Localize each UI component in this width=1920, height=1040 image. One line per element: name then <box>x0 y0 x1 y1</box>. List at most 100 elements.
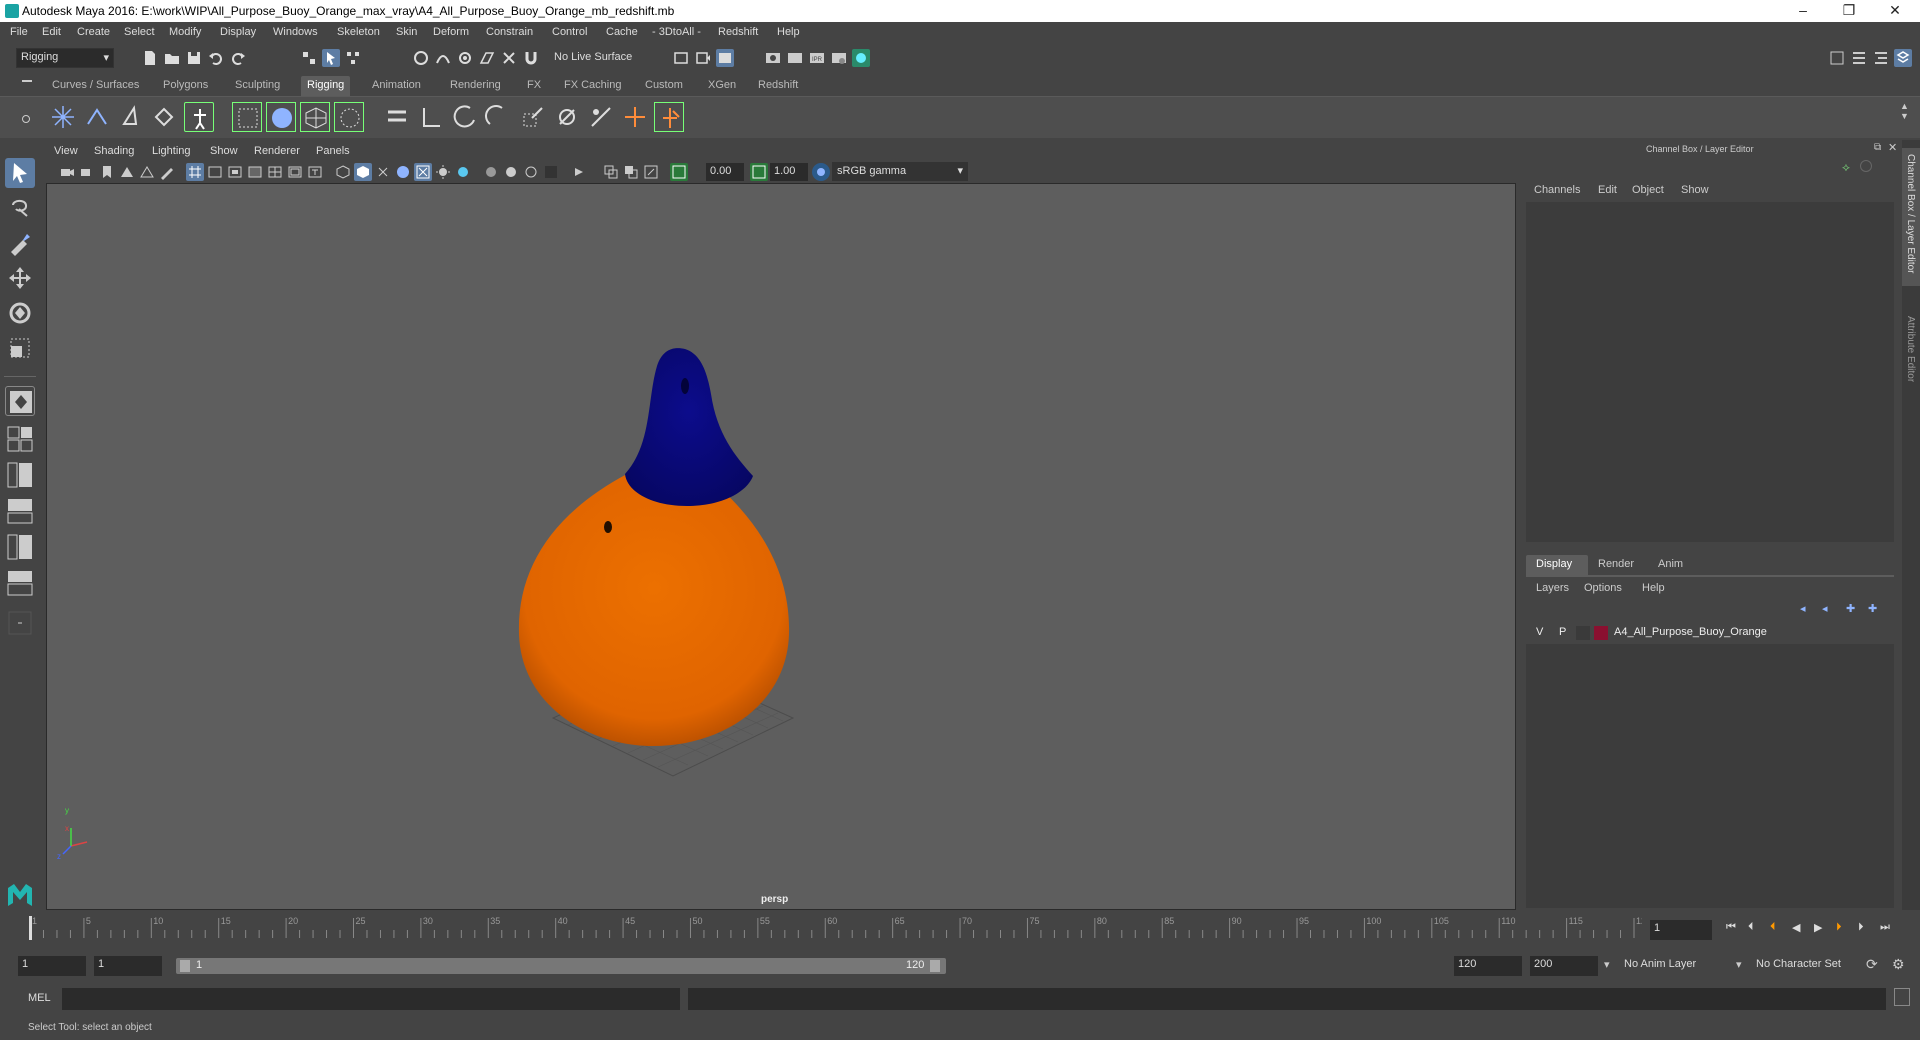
ik-spline-icon[interactable] <box>116 102 146 132</box>
hypershade-layout-icon[interactable] <box>5 532 35 562</box>
bind-skin-icon[interactable] <box>232 102 262 132</box>
scale-tool-icon[interactable] <box>5 333 35 363</box>
chevron-down-icon[interactable]: ▾ <box>1604 958 1610 971</box>
persp-outliner-layout-icon[interactable] <box>5 460 35 490</box>
step-back-frame-icon[interactable]: ⏴ <box>1748 921 1754 934</box>
color-management-icon[interactable] <box>812 163 830 181</box>
chevron-down-icon[interactable]: ▾ <box>1736 958 1742 971</box>
scene-end-field[interactable]: 200 <box>1530 956 1598 976</box>
construction-history-icon[interactable] <box>694 49 712 67</box>
layer-name[interactable]: A4_All_Purpose_Buoy_Orange <box>1614 626 1767 638</box>
view-transform-dropdown[interactable]: sRGB gamma ▾ <box>832 162 968 181</box>
menu-constrain[interactable]: Constrain <box>486 26 533 38</box>
open-scene-icon[interactable] <box>163 49 181 67</box>
aim-constraint-icon[interactable] <box>484 102 514 132</box>
shelf-options-icon[interactable] <box>22 115 30 123</box>
menu-3dtoall[interactable]: - 3DtoAll - <box>652 26 701 38</box>
command-input[interactable] <box>62 988 680 1010</box>
channel-box-axis-icon[interactable]: ⟡ <box>1842 160 1850 175</box>
tab-custom[interactable]: Custom <box>639 76 689 96</box>
toolbox-more-icon[interactable] <box>5 608 35 638</box>
safe-title-icon[interactable] <box>306 163 324 181</box>
live-surface-label[interactable]: No Live Surface <box>554 51 632 63</box>
channel-box-toggle-icon[interactable] <box>1860 160 1872 172</box>
use-all-lights-icon[interactable] <box>414 163 432 181</box>
hypershade-icon[interactable] <box>852 49 870 67</box>
depth-of-field-icon[interactable] <box>522 163 540 181</box>
pole-vector-icon[interactable] <box>552 102 582 132</box>
command-language-label[interactable]: MEL <box>28 992 51 1004</box>
tab-fx-caching[interactable]: FX Caching <box>558 76 627 96</box>
layer-type-toggle[interactable] <box>1576 626 1590 640</box>
tab-sculpting[interactable]: Sculpting <box>229 76 286 96</box>
orient-constraint-icon[interactable] <box>450 102 480 132</box>
tab-render[interactable]: Render <box>1598 558 1634 570</box>
go-to-end-icon[interactable]: ⏭ <box>1880 921 1890 934</box>
play-forwards-icon[interactable]: ▶ <box>1814 921 1822 934</box>
xray-icon[interactable] <box>570 163 588 181</box>
move-layer-down-icon[interactable]: ◂ <box>1822 602 1828 615</box>
layer-playback-toggle[interactable]: P <box>1559 626 1566 638</box>
field-chart-icon[interactable] <box>266 163 284 181</box>
tab-rigging[interactable]: Rigging <box>301 76 351 96</box>
image-plane-icon[interactable] <box>118 163 136 181</box>
grid-toggle-icon[interactable] <box>186 163 204 181</box>
menu-display[interactable]: Display <box>220 26 256 38</box>
safe-action-icon[interactable] <box>286 163 304 181</box>
time-slider[interactable]: 1 5 10 15 20 25 30 35 40 45 50 55 60 65 70 75 80 85 90 95 10… <box>22 912 1651 946</box>
outliner-layout-icon[interactable] <box>5 568 35 598</box>
viewport-menu-panels[interactable]: Panels <box>316 145 350 157</box>
render-view-icon[interactable] <box>764 49 782 67</box>
close-button[interactable]: ✕ <box>1872 0 1918 22</box>
xray-joints-icon[interactable] <box>602 163 620 181</box>
layer-menu-options[interactable]: Options <box>1584 582 1622 594</box>
locator-icon[interactable] <box>620 102 650 132</box>
channel-box-menu-channels[interactable]: Channels <box>1534 184 1580 196</box>
grease-pencil-icon[interactable] <box>158 163 176 181</box>
range-slider-end-handle[interactable] <box>930 960 940 972</box>
rotate-tool-icon[interactable] <box>5 298 35 328</box>
restore-button[interactable]: ❐ <box>1826 0 1872 22</box>
render-frame-icon[interactable] <box>786 49 804 67</box>
ipr-icon[interactable] <box>716 49 734 67</box>
ik-handle-icon[interactable] <box>82 102 112 132</box>
layer-menu-layers[interactable]: Layers <box>1536 582 1569 594</box>
smooth-bind-icon[interactable] <box>266 102 296 132</box>
screen-space-ao-icon[interactable] <box>454 163 472 181</box>
modeling-toolkit-icon[interactable] <box>1828 49 1846 67</box>
perspective-viewport[interactable]: x y z persp <box>46 183 1516 910</box>
close-panel-icon[interactable]: ✕ <box>1888 141 1897 154</box>
menu-help[interactable]: Help <box>777 26 800 38</box>
play-backwards-icon[interactable]: ◀ <box>1792 921 1800 934</box>
smooth-shade-icon[interactable] <box>354 163 372 181</box>
tab-display[interactable]: Display <box>1526 555 1588 575</box>
multisample-aa-icon[interactable] <box>502 163 520 181</box>
viewport-menu-renderer[interactable]: Renderer <box>254 145 300 157</box>
channel-box-area[interactable] <box>1526 202 1894 542</box>
ipr-render-icon[interactable]: IPR <box>808 49 826 67</box>
select-hierarchy-icon[interactable] <box>300 49 318 67</box>
parent-constraint-icon[interactable] <box>382 102 412 132</box>
channel-box-menu-object[interactable]: Object <box>1632 184 1664 196</box>
snap-view-plane-icon[interactable] <box>478 49 496 67</box>
new-layer-selected-icon[interactable]: ✚ <box>1868 602 1877 615</box>
playback-end-field[interactable]: 120 <box>1454 956 1522 976</box>
viewport-menu-show[interactable]: Show <box>210 145 238 157</box>
current-frame-field[interactable]: 1 <box>1650 920 1712 940</box>
redo-icon[interactable] <box>229 49 247 67</box>
two-d-pan-zoom-icon[interactable] <box>138 163 156 181</box>
menu-skeleton[interactable]: Skeleton <box>337 26 380 38</box>
shelf-menu-icon[interactable] <box>22 80 32 82</box>
shelf-scroll-arrows-icon[interactable]: ▲ ▼ <box>1900 101 1909 121</box>
textured-icon[interactable] <box>394 163 412 181</box>
go-to-start-icon[interactable]: ⏮ <box>1726 921 1736 934</box>
lattice-icon[interactable] <box>300 102 330 132</box>
save-scene-icon[interactable] <box>185 49 203 67</box>
exposure-icon[interactable] <box>670 163 688 181</box>
channel-box-toggle-icon[interactable] <box>1894 49 1912 67</box>
mirror-joint-icon[interactable] <box>150 102 180 132</box>
minimize-button[interactable]: – <box>1780 0 1826 22</box>
tab-anim[interactable]: Anim <box>1658 558 1683 570</box>
menu-edit[interactable]: Edit <box>42 26 61 38</box>
make-live-icon[interactable] <box>500 49 518 67</box>
